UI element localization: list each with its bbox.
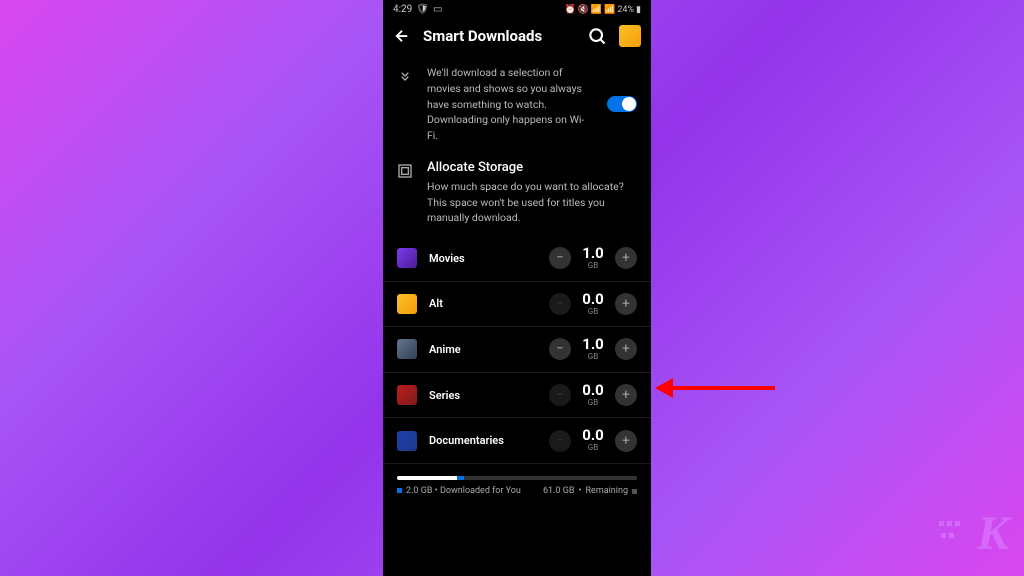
category-name: Movies bbox=[429, 252, 549, 265]
storage-bar bbox=[397, 476, 637, 480]
status-time: 4:29 bbox=[393, 4, 412, 15]
category-row-alt: Alt − 0.0 GB + bbox=[383, 282, 651, 328]
movies-icon bbox=[397, 248, 417, 268]
allocate-description: How much space do you want to allocate? … bbox=[427, 179, 637, 226]
storage-value: 0.0 bbox=[577, 292, 609, 307]
storage-value: 1.0 bbox=[577, 246, 609, 261]
wifi-icon: 📶 bbox=[591, 5, 602, 15]
allocate-storage-section: Allocate Storage How much space do you w… bbox=[383, 158, 651, 236]
decrease-button[interactable]: − bbox=[549, 247, 571, 269]
increase-button[interactable]: + bbox=[615, 247, 637, 269]
smart-downloads-description: We'll download a selection of movies and… bbox=[427, 65, 595, 144]
storage-icon bbox=[397, 160, 415, 226]
profile-avatar[interactable] bbox=[619, 25, 641, 47]
category-row-series: Series − 0.0 GB + bbox=[383, 373, 651, 419]
mute-icon: 🔇 bbox=[578, 5, 589, 15]
battery-percent: 24% bbox=[617, 5, 634, 15]
watermark-logo: K bbox=[977, 506, 1009, 561]
alarm-icon: ⏰ bbox=[564, 5, 575, 15]
increase-button[interactable]: + bbox=[615, 384, 637, 406]
storage-downloaded-segment bbox=[457, 476, 464, 480]
decrease-button: − bbox=[549, 293, 571, 315]
storage-value: 0.0 bbox=[577, 383, 609, 398]
decrease-button: − bbox=[549, 430, 571, 452]
signal-icon: 📶 bbox=[604, 5, 615, 15]
storage-unit: GB bbox=[577, 443, 609, 453]
status-bar: 4:29 🛡 ▭ ⏰ 🔇 📶 📶 24% ▮ bbox=[383, 0, 651, 17]
storage-used-segment bbox=[397, 476, 457, 480]
documentaries-icon bbox=[397, 431, 417, 451]
storage-unit: GB bbox=[577, 307, 609, 317]
alt-icon bbox=[397, 294, 417, 314]
shield-icon: 🛡 bbox=[416, 4, 429, 15]
annotation-arrow bbox=[655, 378, 775, 398]
quantity-stepper: − 0.0 GB + bbox=[549, 383, 637, 408]
remaining-size: 61.0 GB bbox=[543, 486, 575, 496]
watermark-dots bbox=[939, 521, 960, 526]
quantity-stepper: − 1.0 GB + bbox=[549, 246, 637, 271]
decrease-button: − bbox=[549, 384, 571, 406]
smart-downloads-section: We'll download a selection of movies and… bbox=[383, 61, 651, 158]
quantity-stepper: − 0.0 GB + bbox=[549, 292, 637, 317]
increase-button[interactable]: + bbox=[615, 430, 637, 452]
category-name: Anime bbox=[429, 343, 549, 356]
remaining-label: Remaining bbox=[586, 486, 628, 496]
storage-unit: GB bbox=[577, 398, 609, 408]
back-icon[interactable] bbox=[393, 27, 411, 45]
watermark-dots bbox=[941, 533, 954, 538]
category-name: Alt bbox=[429, 297, 549, 310]
storage-value: 0.0 bbox=[577, 428, 609, 443]
downloads-icon bbox=[397, 65, 415, 144]
legend-dot-blue bbox=[397, 488, 402, 493]
allocate-title: Allocate Storage bbox=[427, 160, 637, 175]
battery-icon: ▮ bbox=[636, 5, 641, 15]
downloaded-label: Downloaded for You bbox=[440, 486, 521, 496]
increase-button[interactable]: + bbox=[615, 293, 637, 315]
anime-icon bbox=[397, 339, 417, 359]
category-name: Series bbox=[429, 389, 549, 402]
smart-downloads-toggle[interactable] bbox=[607, 96, 637, 112]
downloaded-size: 2.0 GB bbox=[406, 486, 432, 496]
header: Smart Downloads bbox=[383, 17, 651, 61]
phone-screen: 4:29 🛡 ▭ ⏰ 🔇 📶 📶 24% ▮ Smart Downloads W… bbox=[383, 0, 651, 576]
legend-dot-gray bbox=[632, 489, 637, 494]
increase-button[interactable]: + bbox=[615, 338, 637, 360]
category-row-documentaries: Documentaries − 0.0 GB + bbox=[383, 418, 651, 464]
page-title: Smart Downloads bbox=[423, 27, 575, 45]
series-icon bbox=[397, 385, 417, 405]
card-icon: ▭ bbox=[433, 4, 442, 15]
category-row-anime: Anime − 1.0 GB + bbox=[383, 327, 651, 373]
quantity-stepper: − 0.0 GB + bbox=[549, 428, 637, 453]
storage-info: 2.0 GB • Downloaded for You 61.0 GB • Re… bbox=[383, 484, 651, 504]
search-icon[interactable] bbox=[587, 26, 607, 46]
category-name: Documentaries bbox=[429, 434, 549, 447]
storage-value: 1.0 bbox=[577, 337, 609, 352]
quantity-stepper: − 1.0 GB + bbox=[549, 337, 637, 362]
decrease-button[interactable]: − bbox=[549, 338, 571, 360]
category-row-movies: Movies − 1.0 GB + bbox=[383, 236, 651, 282]
storage-unit: GB bbox=[577, 352, 609, 362]
storage-unit: GB bbox=[577, 261, 609, 271]
